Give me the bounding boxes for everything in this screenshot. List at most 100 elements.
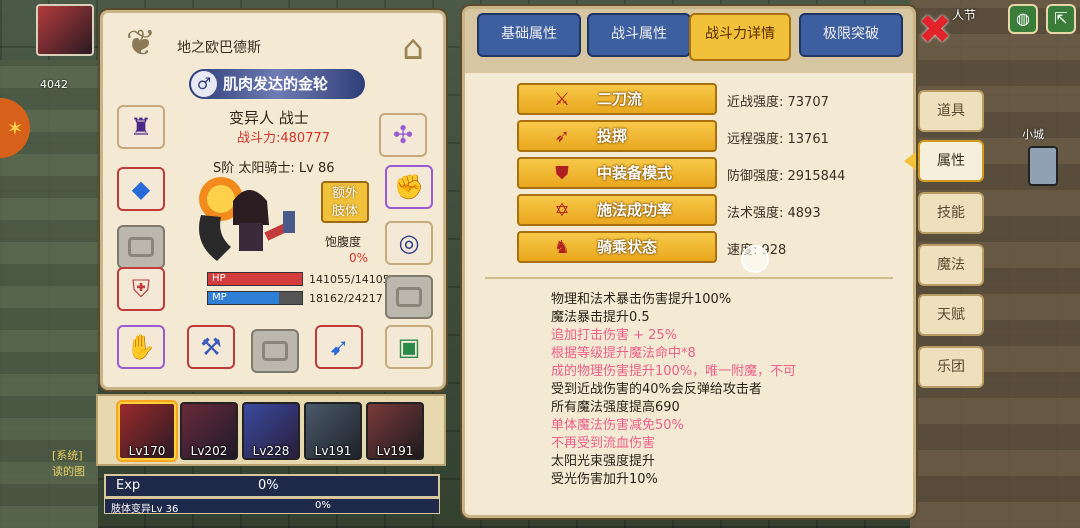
side-tab-items[interactable]: 道具 (918, 90, 984, 132)
mp-tag: MP (212, 292, 227, 303)
bow-icon: ➶ (554, 126, 570, 147)
character-sprite (199, 177, 295, 261)
map-location-label: 小城 (1022, 128, 1044, 141)
stat-cast-success-button[interactable]: ✡ 施法成功率 (517, 194, 717, 226)
character-panel: ❦ 地之欧巴德斯 ⌂ 肌肉发达的金轮 ♂ 变异人 战士 战斗力:480777 S… (100, 10, 446, 390)
equip-slot-ring[interactable]: ◎ (385, 221, 433, 265)
hexagram-icon: ✡ (554, 200, 570, 221)
stat-label: 二刀流 (597, 90, 643, 108)
effect-line: 受光伤害加升10% (551, 472, 658, 487)
side-tab-attributes[interactable]: 属性 (918, 140, 984, 182)
stat-label: 中装备模式 (597, 164, 673, 182)
stat-label: 骑乘状态 (597, 238, 658, 256)
party-member-5[interactable]: Lv191 (366, 402, 424, 460)
exp-bar: Exp 0% (104, 474, 440, 498)
male-icon: ♂ (191, 71, 217, 97)
equip-slot-empty-1[interactable] (117, 225, 165, 269)
limb-mutation-label: 肢体变异Lv 36 (111, 504, 179, 515)
active-tab-pointer (904, 152, 916, 170)
equip-slot-empty-3[interactable] (251, 329, 299, 373)
hp-value: 141055/141055 (309, 273, 397, 286)
phone-icon[interactable] (1028, 146, 1058, 186)
equip-slot-gauntlet[interactable]: ✊ (385, 165, 433, 209)
limb-mutation-value: 0% (315, 500, 331, 511)
tab-basic-attributes[interactable]: 基础属性 (477, 13, 581, 57)
extra-limb-button[interactable]: 额外 肢体 (321, 181, 369, 223)
hanger-icon[interactable]: ⌂ (385, 21, 441, 75)
touch-indicator (741, 245, 769, 273)
effect-line: 不再受到流血伤害 (551, 436, 656, 451)
satiety-value: 0% (349, 251, 369, 265)
equip-slot-cape[interactable]: ✣ (379, 113, 427, 157)
party-member-3[interactable]: Lv228 (242, 402, 300, 460)
attribute-panel: 基础属性 战斗属性 战斗力详情 极限突破 ⚔ 二刀流 近战强度: 73707 ➶… (462, 6, 916, 518)
exp-label: Exp (116, 478, 141, 493)
section-divider (485, 277, 893, 279)
effect-line: 单体魔法伤害减免50% (551, 418, 684, 433)
exit-icon[interactable]: ⇱ (1046, 4, 1076, 34)
party-member-level: Lv202 (190, 444, 228, 458)
player-avatar[interactable] (36, 4, 94, 56)
party-member-1[interactable]: Lv170 (118, 402, 176, 460)
tab-combat-attributes[interactable]: 战斗属性 (587, 13, 691, 57)
melee-strength-value: 近战强度: 73707 (727, 95, 829, 110)
horse-icon: ♞ (553, 237, 571, 258)
effect-line: 魔法暴击提升0.5 (551, 310, 650, 325)
winged-crest-icon[interactable]: ❦ (113, 19, 169, 73)
party-member-2[interactable]: Lv202 (180, 402, 238, 460)
party-member-level: Lv170 (128, 444, 166, 458)
close-icon[interactable]: ✖ (916, 10, 954, 50)
mp-bar: MP (207, 291, 303, 305)
equip-slot-fish[interactable]: ➹ (315, 325, 363, 369)
equip-slot-weapon[interactable]: ⚒ (187, 325, 235, 369)
side-tab-magic[interactable]: 魔法 (918, 244, 984, 286)
effect-line: 所有魔法强度提高690 (551, 400, 680, 415)
equip-slot-amulet[interactable]: ◆ (117, 167, 165, 211)
party-member-4[interactable]: Lv191 (304, 402, 362, 460)
stat-riding-button[interactable]: ♞ 骑乘状态 (517, 231, 717, 263)
defense-strength-value: 防御强度: 2915844 (727, 169, 846, 184)
effects-list: 物理和法术暴击伤害提升100% 魔法暴击提升0.5 追加打击伤害 + 25% 根… (551, 291, 891, 489)
stat-dual-wield-button[interactable]: ⚔ 二刀流 (517, 83, 717, 115)
exp-value: 0% (258, 478, 279, 493)
tab-combat-power-details[interactable]: 战斗力详情 (689, 13, 791, 61)
effect-line: 受到近战伤害的40%会反弹给攻击者 (551, 382, 762, 397)
spell-strength-value: 法术强度: 4893 (727, 206, 821, 221)
combat-power-value: 战斗力:480777 (237, 131, 331, 146)
hp-bar: HP (207, 272, 303, 286)
mp-value: 18162/24217 (309, 292, 383, 305)
side-tab-band[interactable]: 乐团 (918, 346, 984, 388)
event-label[interactable]: 人节 (952, 6, 976, 23)
party-bar: Lv170 Lv202 Lv228 Lv191 Lv191 (96, 394, 446, 466)
side-tab-talent[interactable]: 天赋 (918, 294, 984, 336)
system-log: [系统] 读的图 (52, 449, 85, 478)
equip-slot-device[interactable]: ▣ (385, 325, 433, 369)
character-name: 地之欧巴德斯 (177, 40, 261, 56)
stat-throw-button[interactable]: ➶ 投掷 (517, 120, 717, 152)
stat-label: 投掷 (597, 127, 628, 145)
tab-strip: 基础属性 战斗属性 战斗力详情 极限突破 (465, 9, 913, 73)
player-badge-count: 4042 (40, 78, 68, 91)
tab-limit-break[interactable]: 极限突破 (799, 13, 903, 57)
effect-line: 根据等级提升魔法命中*8 (551, 346, 696, 361)
equip-slot-helmet[interactable]: ♜ (117, 105, 165, 149)
shield-icon: ⛊ (555, 163, 569, 184)
stat-medium-armor-button[interactable]: ⛊ 中装备模式 (517, 157, 717, 189)
effect-line: 太阳光束强度提升 (551, 454, 656, 469)
party-member-level: Lv228 (252, 444, 290, 458)
sword-icon: ⚔ (553, 89, 571, 110)
limb-mutation-exp-bar: 肢体变异Lv 36 0% (104, 498, 440, 515)
equip-slot-empty-2[interactable] (385, 275, 433, 319)
globe-icon[interactable]: ◍ (1008, 4, 1038, 34)
equip-slot-gloves[interactable]: ✋ (117, 325, 165, 369)
ranged-strength-value: 远程强度: 13761 (727, 132, 829, 147)
effect-line: 成的物理伤害提升100%，唯一附魔，不可 (551, 364, 797, 379)
hp-tag: HP (212, 273, 226, 284)
party-member-level: Lv191 (376, 444, 414, 458)
party-member-level: Lv191 (314, 444, 352, 458)
effect-line: 物理和法术暴击伤害提升100% (551, 292, 732, 307)
equip-slot-armor[interactable]: ⛨ (117, 267, 165, 311)
race-class-label: 变异人 战士 (229, 109, 309, 127)
side-tab-skills[interactable]: 技能 (918, 192, 984, 234)
satiety-label: 饱腹度 (325, 235, 362, 249)
